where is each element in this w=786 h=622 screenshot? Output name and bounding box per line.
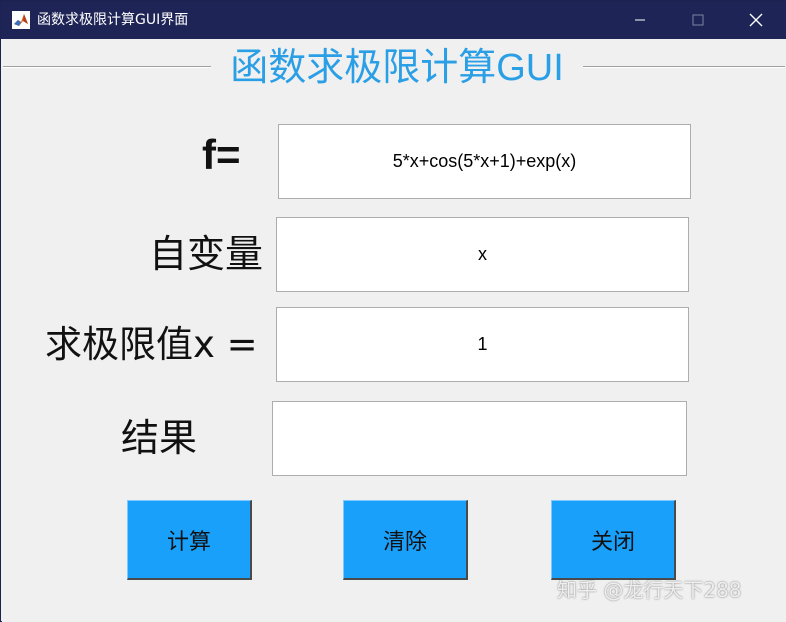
title-bar[interactable]: 函数求极限计算GUI界面 xyxy=(1,1,786,39)
window-client-area: 函数求极限计算GUI f= 自变量 求极限值x = 结果 计算 清除 关闭 知乎… xyxy=(2,39,786,622)
panel-border xyxy=(3,66,211,68)
result-output[interactable] xyxy=(272,401,687,476)
limit-point-input[interactable] xyxy=(276,307,689,382)
variable-input[interactable] xyxy=(276,217,689,292)
function-label: f= xyxy=(202,131,241,178)
close-button[interactable]: 关闭 xyxy=(551,500,676,580)
maximize-button[interactable] xyxy=(669,1,727,39)
panel-title: 函数求极限计算GUI xyxy=(230,47,564,89)
minimize-button[interactable] xyxy=(611,1,669,39)
matlab-logo-icon xyxy=(12,11,30,29)
minimize-icon xyxy=(634,14,646,26)
result-label: 结果 xyxy=(121,416,198,460)
window-title: 函数求极限计算GUI界面 xyxy=(37,12,189,28)
panel-border xyxy=(583,66,785,68)
function-input[interactable] xyxy=(278,124,691,199)
clear-button[interactable]: 清除 xyxy=(343,500,468,580)
limit-point-label: 求极限值x = xyxy=(45,323,258,366)
close-icon xyxy=(749,13,763,27)
close-window-button[interactable] xyxy=(727,1,785,39)
calculate-button[interactable]: 计算 xyxy=(127,500,252,580)
maximize-icon xyxy=(692,14,704,26)
app-window: 函数求极限计算GUI界面 函数求极限计算GUI f= 自变量 xyxy=(0,0,786,622)
variable-label: 自变量 xyxy=(149,232,264,276)
watermark: 知乎 @龙行天下288 xyxy=(557,578,742,602)
